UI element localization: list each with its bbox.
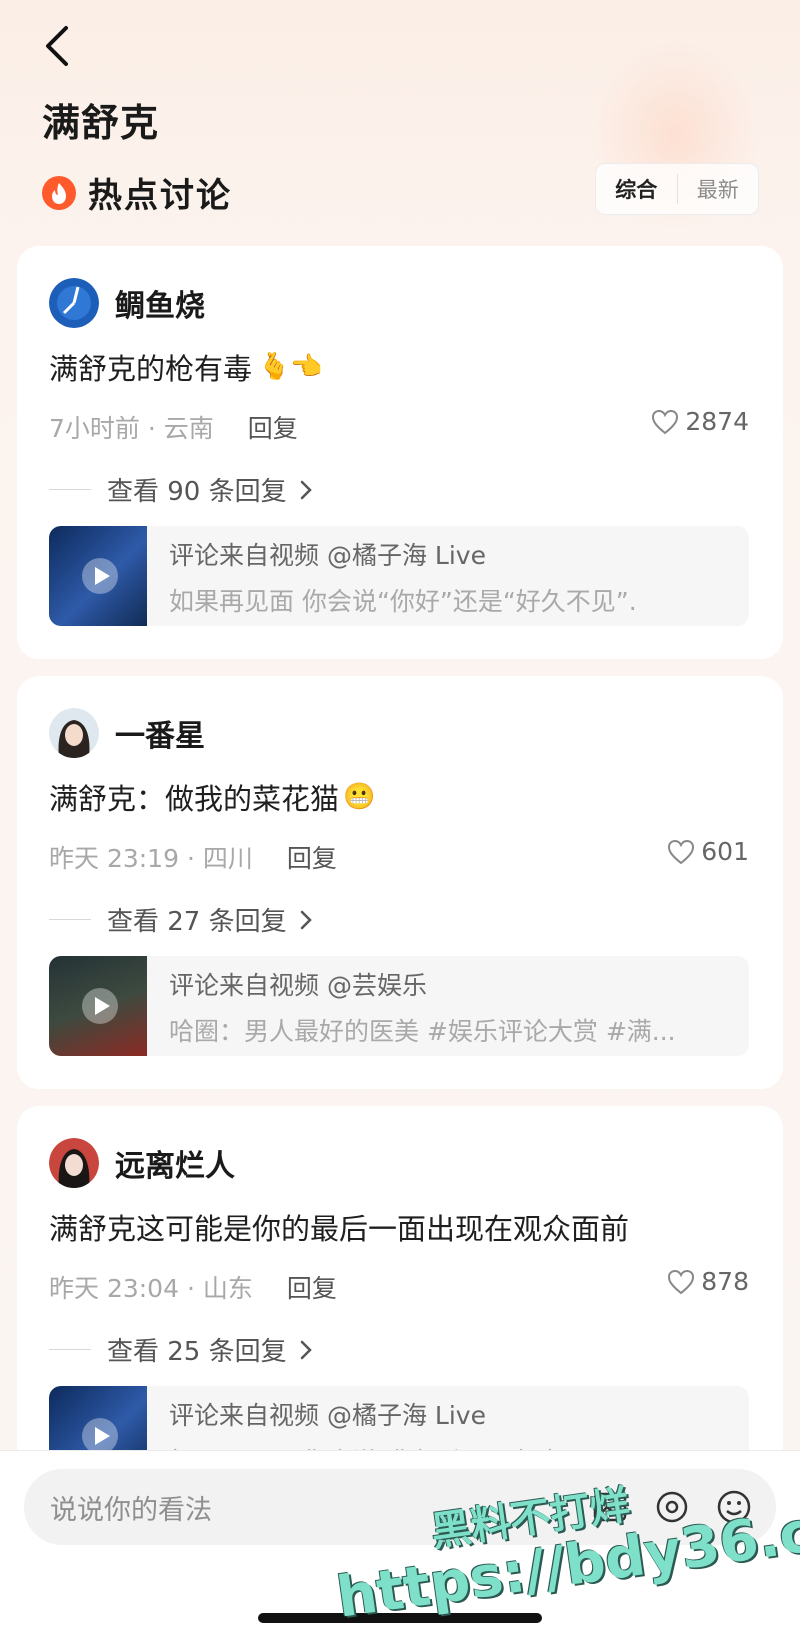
comment-emoji: 😬: [343, 782, 376, 812]
heart-icon: [668, 839, 695, 864]
time-location: 昨天 23:04 · 山东: [49, 1274, 253, 1303]
video-thumbnail[interactable]: [49, 526, 147, 626]
comment-card: 鲷鱼烧 满舒克的枪有毒 🫰👈 7小时前 · 云南 回复 2874 查看 90 条…: [17, 246, 783, 659]
comment-author[interactable]: 远离烂人: [49, 1138, 235, 1188]
video-source-card[interactable]: 评论来自视频 @橘子海 Live 如果再见面 你会说“你好”还是“好久不见”.: [49, 526, 749, 626]
play-icon: [82, 558, 118, 594]
sort-toggle: 综合 最新: [595, 163, 759, 215]
section-header: 热点讨论: [42, 168, 232, 217]
view-replies-label: 查看 27 条回复: [107, 907, 287, 937]
comment-author[interactable]: 一番星: [49, 708, 205, 758]
comment-meta: 7小时前 · 云南 回复: [49, 409, 298, 445]
chevron-right-icon: [300, 910, 312, 929]
heart-icon: [652, 409, 679, 434]
comment-body: 满舒克的枪有毒: [49, 352, 253, 386]
section-title: 热点讨论: [88, 176, 232, 216]
comment-author[interactable]: 鲷鱼烧: [49, 278, 205, 328]
page-title: 满舒克: [42, 101, 160, 145]
like-button[interactable]: 2874: [651, 407, 749, 436]
video-source: 评论来自视频 @芸娱乐: [169, 971, 427, 1000]
sort-tab-comprehensive[interactable]: 综合: [596, 174, 677, 204]
avatar[interactable]: [49, 1138, 99, 1188]
username: 一番星: [115, 719, 205, 754]
divider: [49, 919, 91, 920]
video-description: 哈圈：男人最好的医美 #娱乐评论大赏 #满...: [169, 1017, 676, 1046]
back-button[interactable]: [40, 22, 80, 70]
reply-button[interactable]: 回复: [248, 409, 298, 445]
comment-meta: 昨天 23:04 · 山东 回复: [49, 1269, 337, 1305]
time-location: 7小时前 · 云南: [49, 414, 214, 443]
play-icon: [82, 988, 118, 1024]
divider: [49, 1349, 91, 1350]
like-count: 878: [701, 1267, 749, 1296]
comment-body: 满舒克：做我的菜花猫: [49, 782, 340, 816]
like-count: 601: [701, 837, 749, 866]
comment-text: 满舒克：做我的菜花猫 😬: [49, 776, 375, 818]
video-source-card[interactable]: 评论来自视频 @芸娱乐 哈圈：男人最好的医美 #娱乐评论大赏 #满...: [49, 956, 749, 1056]
like-button[interactable]: 601: [667, 837, 749, 866]
sort-tab-latest[interactable]: 最新: [676, 174, 759, 204]
reply-button[interactable]: 回复: [287, 839, 337, 875]
fire-icon: [42, 175, 76, 210]
view-replies-link[interactable]: 查看 27 条回复: [49, 901, 313, 938]
view-replies-link[interactable]: 查看 25 条回复: [49, 1331, 313, 1368]
view-replies-link[interactable]: 查看 90 条回复: [49, 471, 313, 508]
heart-icon: [668, 1269, 695, 1294]
chevron-right-icon: [300, 480, 312, 499]
play-icon: [82, 1418, 118, 1454]
comment-body: 满舒克这可能是你的最后一面出现在观众面前: [49, 1212, 630, 1246]
video-source: 评论来自视频 @橘子海 Live: [169, 1401, 486, 1430]
reply-button[interactable]: 回复: [287, 1269, 337, 1305]
comment-card: 远离烂人 满舒克这可能是你的最后一面出现在观众面前 昨天 23:04 · 山东 …: [17, 1106, 783, 1486]
comment-emoji: 🫰👈: [258, 352, 323, 382]
like-button[interactable]: 878: [667, 1267, 749, 1296]
comment-text: 满舒克这可能是你的最后一面出现在观众面前: [49, 1206, 629, 1248]
video-thumbnail[interactable]: [49, 956, 147, 1056]
like-count: 2874: [685, 407, 749, 436]
avatar[interactable]: [49, 278, 99, 328]
chevron-left-icon: [46, 26, 68, 66]
chevron-right-icon: [300, 1340, 312, 1359]
divider: [49, 489, 91, 490]
view-replies-label: 查看 25 条回复: [107, 1337, 287, 1367]
comment-card: 一番星 满舒克：做我的菜花猫 😬 昨天 23:19 · 四川 回复 601 查看…: [17, 676, 783, 1089]
comment-meta: 昨天 23:19 · 四川 回复: [49, 839, 337, 875]
comment-text: 满舒克的枪有毒 🫰👈: [49, 346, 323, 388]
avatar[interactable]: [49, 708, 99, 758]
username: 鲷鱼烧: [115, 289, 205, 324]
time-location: 昨天 23:19 · 四川: [49, 844, 253, 873]
video-source: 评论来自视频 @橘子海 Live: [169, 541, 486, 570]
username: 远离烂人: [115, 1149, 235, 1184]
video-description: 如果再见面 你会说“你好”还是“好久不见”.: [169, 587, 637, 616]
view-replies-label: 查看 90 条回复: [107, 477, 287, 507]
